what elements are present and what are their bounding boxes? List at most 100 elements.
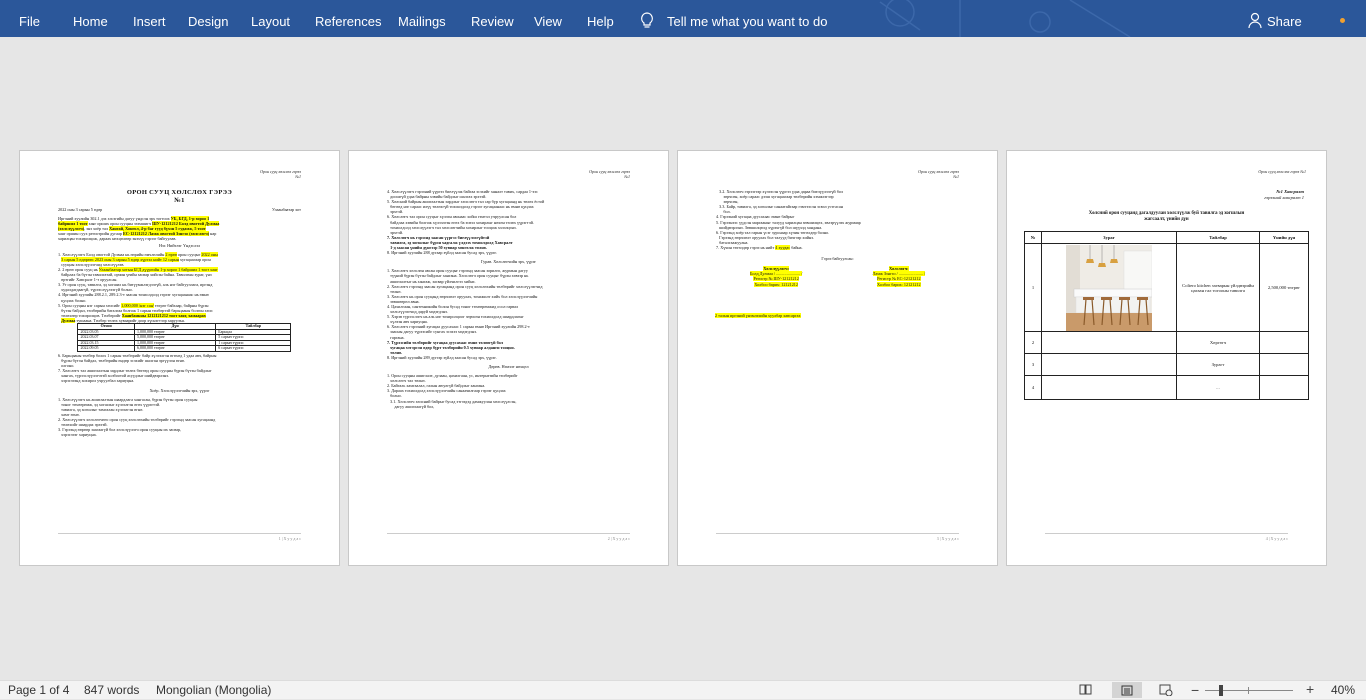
lightbulb-icon	[640, 12, 654, 34]
table-cell	[1259, 331, 1309, 354]
table-header: Тайлбар	[1176, 231, 1260, 244]
contract-title: ОРОН СУУЦ ХӨЛСЛӨХ ГЭРЭЭ	[126, 189, 233, 196]
page-header: Орон сууц хөлслөх гэрээ №1	[1258, 169, 1306, 174]
section-2-heading: Хоёр. Хөлслүүлэгчийн эрх, үүрэг	[149, 387, 210, 393]
contract-number: №1	[174, 197, 185, 204]
menu-review[interactable]: Review	[471, 0, 514, 37]
section-4-items-cont: 3.2. Хөлслөгч гэрээгээр хүлээсэн үүргээ …	[716, 189, 861, 251]
page-2-body: 4. Хөлслүүлэгч гэрээний үүргээ биелүүлж …	[387, 189, 630, 409]
lessee-register: Регистр № ЕС-12121212	[877, 276, 921, 282]
table-row: 1 Coltero kitchen загварын үйлдвэрийн ца…	[1024, 243, 1309, 332]
person-icon	[1248, 12, 1262, 33]
page-2[interactable]: Орон сууц хөлслөх гэрээ №1 4. Хөлслүүлэг…	[348, 150, 669, 566]
section-1-heading: Нэг. Нийтлэг Үндэслэл	[158, 242, 201, 248]
page-footer: 4 | Х у у д а с	[1045, 533, 1288, 541]
page-count[interactable]: Page 1 of 4	[8, 681, 69, 700]
zoom-level[interactable]: 40%	[1331, 681, 1355, 700]
payment-schedule-table: Огноо Дүн Тайлбар 2022.03.05 1,000,000 т…	[77, 323, 292, 352]
table-cell: 6,000,000 төгрөг	[134, 345, 217, 352]
table-cell: 6 сарын түрээс	[215, 345, 292, 352]
section-2-items-cont: 4. Хөлслүүлэгч гэрээний үүргээ биелүүлж …	[387, 189, 545, 256]
menu-file[interactable]: File	[19, 0, 40, 37]
share-button[interactable]: Share	[1267, 0, 1302, 37]
menu-help[interactable]: Help	[587, 0, 614, 37]
page-footer: 1 | Х у у д а с	[58, 533, 301, 541]
page-header: Орон сууц хөлслөх гэрээ №1	[918, 169, 959, 179]
word-count[interactable]: 847 words	[84, 681, 139, 700]
contract-city: Улаанбаатар хот	[272, 207, 301, 212]
web-layout-icon[interactable]	[1159, 684, 1173, 697]
furniture-table: № Зураг Тайлбар Үнийн дүн 1 Coltero kitc…	[1024, 231, 1309, 400]
menu-view[interactable]: View	[534, 0, 562, 37]
table-row: 2022.09.05 6,000,000 төгрөг 6 сарын түрэ…	[77, 345, 292, 352]
lessor-register: Регистр № ШУ-12121212	[753, 276, 799, 282]
section-2-items: 1. Хөлслүүлэгч нь ашиглалтын шаардлага х…	[58, 396, 216, 438]
table-cell: 1	[1024, 243, 1042, 332]
page-4[interactable]: Орон сууц хөлслөх гэрээ №1 №1 Хавсралт г…	[1006, 150, 1327, 566]
print-layout-button[interactable]	[1112, 682, 1142, 698]
table-cell: ...	[1176, 375, 1260, 400]
section-4-heading: Дөрөв. Нэмэлт нөхцөл	[488, 364, 529, 369]
menu-design[interactable]: Design	[188, 0, 228, 37]
section-4-items: 1. Орон сууцны ашиглалт, дулаан, цахилга…	[387, 373, 518, 409]
table-row: 4 ...	[1024, 375, 1309, 400]
table-cell	[1259, 375, 1309, 400]
table-cell	[1041, 243, 1177, 332]
signature-block: Хөлслүүлэгч: Болд Дулмаа / .............…	[716, 266, 959, 287]
document-canvas[interactable]: Орон сууц хөлслөх гэрээ №1 ОРОН СУУЦ ХӨЛ…	[0, 37, 1366, 680]
page-header: Орон сууц хөлслөх гэрээ №1	[260, 169, 301, 179]
menu-layout[interactable]: Layout	[251, 0, 290, 37]
table-cell: 2022.09.05	[77, 345, 136, 352]
zoom-out-button[interactable]: −	[1191, 683, 1199, 697]
table-header: №	[1024, 231, 1042, 244]
contract-date: 2022 оны 3 сарын 5 өдөр	[58, 207, 103, 212]
section-3-heading: Гурав. Хөлслөгчийн эрх, үүрэг	[480, 259, 537, 265]
table-row: 2 Хөргөгч	[1024, 331, 1309, 354]
zoom-in-button[interactable]: +	[1306, 682, 1314, 696]
kitchen-image	[1066, 244, 1152, 331]
table-row: 3 Зурагт	[1024, 353, 1309, 376]
section-1-items-cont: 6. Барьцааны төлбөр болох 1 сарын төлбөр…	[58, 352, 217, 384]
ribbon-bar: File Home Insert Design Layout Reference…	[0, 0, 1366, 37]
page-3-body: 3.2. Хөлслөгч гэрээгээр хүлээсэн үүргээ …	[715, 189, 959, 318]
table-cell: Хөргөгч	[1176, 331, 1260, 354]
table-cell: 2	[1024, 331, 1042, 354]
menu-home[interactable]: Home	[73, 0, 108, 37]
table-cell: 2,500,000 төгрөг	[1259, 243, 1309, 332]
table-header: Үнийн дүн	[1259, 231, 1309, 244]
page-1[interactable]: Орон сууц хөлслөх гэрээ №1 ОРОН СУУЦ ХӨЛ…	[19, 150, 340, 566]
menu-mailings[interactable]: Mailings	[398, 0, 446, 37]
zoom-slider-center-mark	[1248, 687, 1249, 694]
notification-dot	[1340, 18, 1345, 23]
lessor-contact: Холбоо барих: 12121212	[754, 281, 798, 287]
tell-me-box[interactable]: Tell me what you want to do	[667, 0, 827, 37]
signed-heading: Гэрээ байгуулсан:	[821, 256, 854, 262]
status-bar: Page 1 of 4 847 words Mongolian (Mongoli…	[0, 680, 1366, 699]
lessee-contact: Холбоо барих: 12121212	[877, 281, 921, 287]
table-cell: 3	[1024, 353, 1042, 376]
table-cell: Зурагт	[1176, 353, 1260, 376]
page-footer: 2 | Х у у д а с	[387, 533, 630, 541]
zoom-slider-thumb[interactable]	[1219, 685, 1223, 696]
page-1-body: ОРОН СУУЦ ХӨЛСЛӨХ ГЭРЭЭ №1 2022 оны 3 са…	[58, 189, 301, 437]
menu-insert[interactable]: Insert	[133, 0, 166, 37]
read-mode-icon[interactable]	[1079, 684, 1092, 695]
section-3-items: 1. Хөлслөгч хөлслөн авсан орон сууцыг гэ…	[387, 268, 543, 360]
section-1-items: 1. Хөлслүүлэгч Болд овогтой Дулмаа нь өө…	[58, 251, 218, 323]
table-header: Зураг	[1041, 231, 1177, 244]
language-indicator[interactable]: Mongolian (Mongolia)	[156, 681, 271, 700]
annex-title: Хөлсний орон сууцанд дагалдуулан хөлслүү…	[1088, 211, 1245, 222]
ribbon-pattern	[879, 0, 1131, 37]
table-cell	[1041, 375, 1177, 400]
table-cell: Coltero kitchen загварын үйлдвэрийн цага…	[1176, 243, 1260, 332]
id-copy-note: 2 талын иргэний үнэмлэхийн хуулбар хавса…	[715, 312, 801, 318]
page-3[interactable]: Орон сууц хөлслөх гэрээ №1 3.2. Хөлслөгч…	[677, 150, 998, 566]
table-cell	[1041, 331, 1177, 354]
intro-paragraph: Иргэний хуулийн 302.1 дэх хэсэгийн дагуу…	[58, 216, 220, 242]
menu-references[interactable]: References	[315, 0, 381, 37]
table-cell	[1259, 353, 1309, 376]
table-cell	[1041, 353, 1177, 376]
annex-subtitle: гэрээний хавсралт 1	[1264, 195, 1304, 200]
page-footer: 3 | Х у у д а с	[716, 533, 959, 541]
table-cell: 4	[1024, 375, 1042, 400]
